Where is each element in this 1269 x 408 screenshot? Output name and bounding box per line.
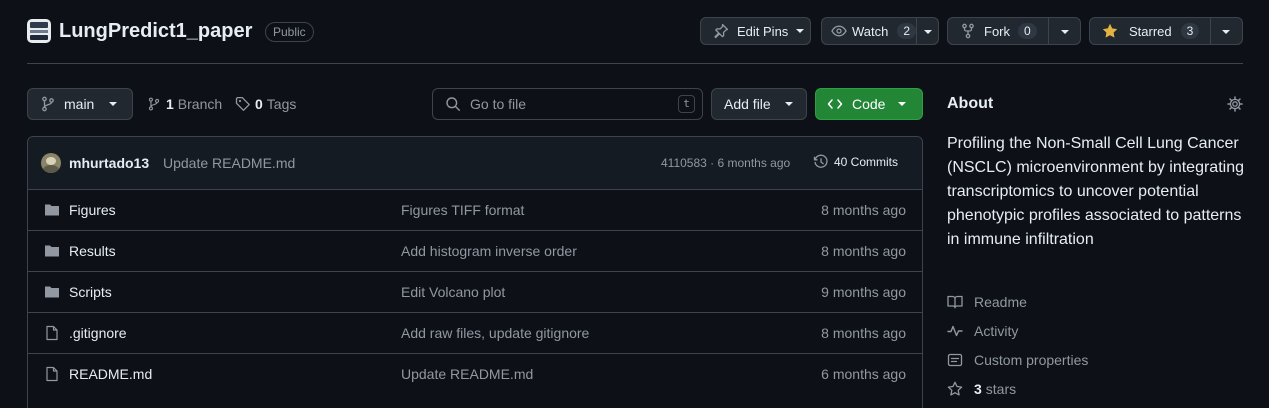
note-icon <box>947 353 963 367</box>
edit-pins-label: Edit Pins <box>737 23 789 39</box>
history-icon <box>813 154 828 168</box>
folder-icon <box>45 204 59 216</box>
watch-count: 2 <box>897 23 917 39</box>
activity-link[interactable]: Activity <box>947 323 1018 339</box>
commit-hash-time[interactable]: 4110583 · 6 months ago <box>661 156 790 170</box>
custom-properties-label: Custom properties <box>974 352 1089 368</box>
fork-button[interactable]: Fork 0 <box>947 17 1081 45</box>
commits-link[interactable]: 40 Commits <box>813 154 898 170</box>
file-commit-message[interactable]: Edit Volcano plot <box>401 284 505 300</box>
chevron-down-icon <box>898 102 907 106</box>
watch-button[interactable]: Watch 2 <box>821 17 939 45</box>
starred-label: Starred <box>1129 23 1172 39</box>
gear-icon[interactable] <box>1227 96 1243 112</box>
file-commit-message[interactable]: Add histogram inverse order <box>401 243 577 259</box>
fork-icon <box>962 23 974 39</box>
author-avatar[interactable] <box>41 153 61 173</box>
chevron-down-icon[interactable] <box>1222 30 1230 34</box>
eye-icon <box>831 25 847 37</box>
readme-link[interactable]: Readme <box>947 294 1027 310</box>
folder-icon <box>45 245 59 257</box>
folder-icon <box>45 286 59 298</box>
file-date: 8 months ago <box>821 243 906 259</box>
edit-pins-button[interactable]: Edit Pins <box>700 17 811 45</box>
chevron-down-icon[interactable] <box>924 30 932 34</box>
watch-label: Watch <box>852 23 889 39</box>
star-filled-icon <box>1102 23 1118 38</box>
git-branch-icon <box>42 96 54 112</box>
pin-icon <box>714 23 729 39</box>
repo-avatar[interactable] <box>27 19 51 43</box>
commits-label: 40 Commits <box>834 155 899 169</box>
go-to-file-placeholder: Go to file <box>470 96 527 112</box>
branch-count: 1 <box>166 96 174 112</box>
branches-link[interactable]: 1 Branch <box>147 96 222 112</box>
add-file-button[interactable]: Add file <box>711 88 807 120</box>
branch-name: main <box>64 96 95 112</box>
file-icon <box>46 325 58 341</box>
book-icon <box>947 295 963 309</box>
table-row[interactable]: README.md Update README.md 6 months ago <box>28 353 922 394</box>
git-branch-icon <box>148 97 160 111</box>
add-file-label: Add file <box>724 96 771 112</box>
commit-author[interactable]: mhurtado13 <box>69 155 149 171</box>
fork-label: Fork <box>984 23 1010 39</box>
about-heading: About <box>947 95 994 112</box>
file-commit-message[interactable]: Add raw files, update gitignore <box>401 325 589 341</box>
chevron-down-icon <box>784 102 793 106</box>
pulse-icon <box>947 325 963 337</box>
file-commit-message[interactable]: Update README.md <box>401 366 533 382</box>
stars-label: stars <box>985 381 1017 397</box>
file-commit-message[interactable]: Figures TIFF format <box>401 202 524 218</box>
tag-count: 0 <box>255 96 263 112</box>
table-row[interactable]: Figures Figures TIFF format 8 months ago <box>28 189 922 230</box>
readme-label: Readme <box>974 294 1027 310</box>
file-icon <box>46 366 58 382</box>
file-date: 8 months ago <box>821 202 906 218</box>
file-date: 9 months ago <box>821 284 906 300</box>
table-row[interactable]: Scripts Edit Volcano plot 9 months ago <box>28 271 922 312</box>
tag-icon <box>235 96 250 111</box>
star-count: 3 <box>1180 23 1200 39</box>
stars-count: 3 <box>974 381 982 397</box>
watch-divider <box>916 18 917 44</box>
latest-commit-bar: mhurtado13 Update README.md 4110583 · 6 … <box>28 137 922 189</box>
search-icon <box>446 97 460 111</box>
commit-message[interactable]: Update README.md <box>163 155 295 171</box>
code-label: Code <box>852 96 886 112</box>
tags-link[interactable]: 0 Tags <box>235 96 296 112</box>
file-date: 6 months ago <box>821 366 906 382</box>
chevron-down-icon <box>796 29 805 33</box>
tag-label: Tags <box>266 96 297 112</box>
chevron-down-icon[interactable] <box>1061 30 1069 34</box>
custom-properties-link[interactable]: Custom properties <box>947 352 1088 368</box>
fork-divider <box>1048 18 1049 44</box>
file-name[interactable]: Scripts <box>69 284 112 300</box>
visibility-badge: Public <box>265 22 314 42</box>
file-name[interactable]: Results <box>69 243 116 259</box>
file-name[interactable]: Figures <box>69 202 116 218</box>
activity-label: Activity <box>974 323 1019 339</box>
code-button[interactable]: Code <box>815 88 923 120</box>
table-row[interactable]: .gitignore Add raw files, update gitigno… <box>28 312 922 353</box>
file-name[interactable]: .gitignore <box>69 325 127 341</box>
go-to-file-shortcut: t <box>678 95 695 113</box>
code-icon <box>827 99 843 109</box>
branch-label: Branch <box>177 96 223 112</box>
starred-button[interactable]: Starred 3 <box>1089 17 1243 45</box>
file-date: 8 months ago <box>821 325 906 341</box>
branch-select-button[interactable]: main <box>27 88 133 120</box>
chevron-down-icon <box>109 102 118 106</box>
header-divider <box>27 63 1243 64</box>
go-to-file-input[interactable]: Go to file t <box>432 88 703 120</box>
repo-name[interactable]: LungPredict1_paper <box>59 19 252 43</box>
file-name[interactable]: README.md <box>69 366 152 382</box>
fork-count: 0 <box>1018 23 1037 39</box>
table-row[interactable]: Results Add histogram inverse order 8 mo… <box>28 230 922 271</box>
star-icon <box>947 381 963 396</box>
star-divider <box>1210 18 1211 44</box>
about-description: Profiling the Non-Small Cell Lung Cancer… <box>947 135 1244 248</box>
stars-link[interactable]: 3 stars <box>947 381 1016 397</box>
